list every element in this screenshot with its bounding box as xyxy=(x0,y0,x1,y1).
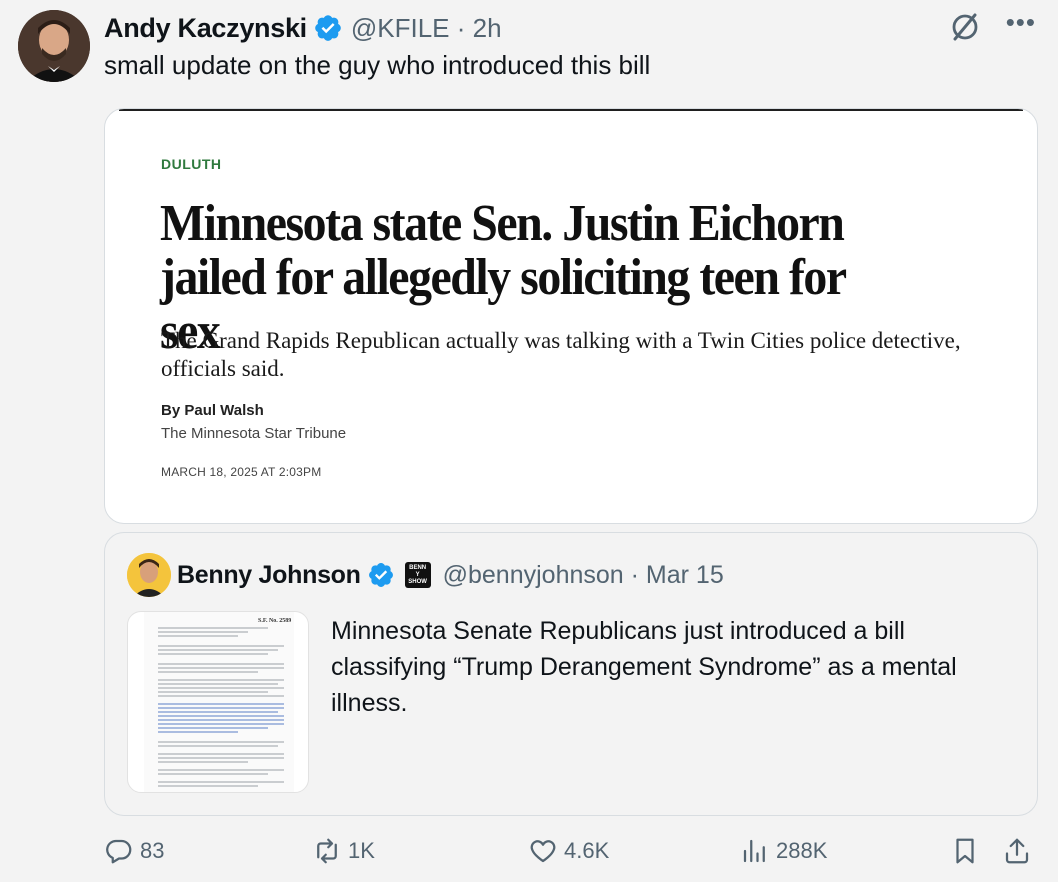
quoted-author-name[interactable]: Benny Johnson xyxy=(177,561,361,590)
article-date: MARCH 18, 2025 AT 2:03PM xyxy=(161,465,322,479)
action-bar: 83 1K 4.6K 288K xyxy=(104,836,1036,876)
article-screenshot[interactable]: DULUTH Minnesota state Sen. Justin Eicho… xyxy=(104,108,1038,524)
article-dek: The Grand Rapids Republican actually was… xyxy=(161,328,961,381)
top-actions: ••• xyxy=(948,9,1036,44)
verified-icon xyxy=(315,15,341,41)
affiliate-badge[interactable]: BENNY SHOW xyxy=(404,562,431,588)
quoted-handle-time[interactable]: @bennyjohnson · Mar 15 xyxy=(443,561,724,590)
share-icon xyxy=(1005,838,1029,864)
reply-count: 83 xyxy=(140,838,165,863)
like-icon xyxy=(530,840,556,863)
article-outlet: The Minnesota Star Tribune xyxy=(161,425,347,442)
grok-icon[interactable] xyxy=(948,10,982,44)
reply-button[interactable]: 83 xyxy=(104,836,164,866)
tweet-text: small update on the guy who introduced t… xyxy=(104,50,651,80)
article-section: DULUTH xyxy=(161,156,222,172)
repost-button[interactable]: 1K xyxy=(312,836,375,866)
article-byline: By Paul Walsh xyxy=(161,402,264,419)
views-button[interactable]: 288K xyxy=(740,836,827,866)
quoted-header: Benny Johnson BENNY SHOW @bennyjohnson ·… xyxy=(177,557,724,593)
thumbnail-bill-number: S.F. No. 2589 xyxy=(258,618,291,624)
views-icon xyxy=(743,839,765,863)
more-icon[interactable]: ••• xyxy=(1006,9,1036,35)
bookmark-button[interactable] xyxy=(950,836,980,866)
repost-icon xyxy=(317,838,337,864)
like-count: 4.6K xyxy=(564,838,610,863)
views-count: 288K xyxy=(776,838,828,863)
reply-icon xyxy=(106,839,132,864)
bookmark-icon xyxy=(956,838,974,864)
author-name[interactable]: Andy Kaczynski xyxy=(104,13,307,44)
share-button[interactable] xyxy=(1002,836,1032,866)
quoted-document-thumbnail[interactable]: S.F. No. 2589 xyxy=(127,611,309,793)
quoted-author-avatar[interactable] xyxy=(127,553,171,597)
quoted-tweet[interactable]: Benny Johnson BENNY SHOW @bennyjohnson ·… xyxy=(104,532,1038,816)
tweet-header: Andy Kaczynski @KFILE · 2h xyxy=(104,10,502,46)
author-avatar[interactable] xyxy=(18,10,90,82)
divider xyxy=(119,109,1023,111)
quoted-text: Minnesota Senate Republicans just introd… xyxy=(331,617,957,717)
repost-count: 1K xyxy=(348,838,375,863)
verified-icon xyxy=(368,563,393,587)
affiliate-badge-text: BENNY SHOW xyxy=(408,564,427,585)
like-button[interactable]: 4.6K xyxy=(528,836,609,866)
author-handle-time[interactable]: @KFILE · 2h xyxy=(351,13,502,44)
